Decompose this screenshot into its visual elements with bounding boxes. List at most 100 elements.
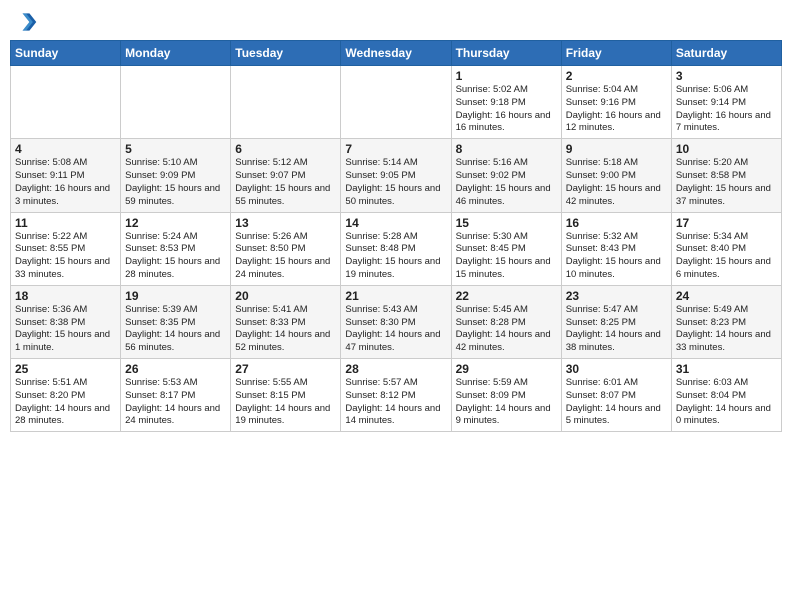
day-info: Sunrise: 5:28 AM Sunset: 8:48 PM Dayligh… bbox=[345, 231, 446, 282]
day-info: Sunrise: 5:20 AM Sunset: 8:58 PM Dayligh… bbox=[676, 157, 777, 208]
calendar-cell: 24Sunrise: 5:49 AM Sunset: 8:23 PM Dayli… bbox=[671, 285, 781, 358]
calendar-header-row: SundayMondayTuesdayWednesdayThursdayFrid… bbox=[11, 41, 782, 66]
calendar-cell: 3Sunrise: 5:06 AM Sunset: 9:14 PM Daylig… bbox=[671, 66, 781, 139]
day-info: Sunrise: 5:47 AM Sunset: 8:25 PM Dayligh… bbox=[566, 304, 667, 355]
day-number: 10 bbox=[676, 142, 777, 156]
day-header-saturday: Saturday bbox=[671, 41, 781, 66]
day-info: Sunrise: 5:22 AM Sunset: 8:55 PM Dayligh… bbox=[15, 231, 116, 282]
day-number: 4 bbox=[15, 142, 116, 156]
day-header-sunday: Sunday bbox=[11, 41, 121, 66]
day-number: 6 bbox=[235, 142, 336, 156]
day-info: Sunrise: 5:59 AM Sunset: 8:09 PM Dayligh… bbox=[456, 377, 557, 428]
calendar-cell: 10Sunrise: 5:20 AM Sunset: 8:58 PM Dayli… bbox=[671, 139, 781, 212]
calendar-cell: 8Sunrise: 5:16 AM Sunset: 9:02 PM Daylig… bbox=[451, 139, 561, 212]
day-number: 24 bbox=[676, 289, 777, 303]
day-info: Sunrise: 5:10 AM Sunset: 9:09 PM Dayligh… bbox=[125, 157, 226, 208]
day-number: 11 bbox=[15, 216, 116, 230]
calendar-week-row: 11Sunrise: 5:22 AM Sunset: 8:55 PM Dayli… bbox=[11, 212, 782, 285]
calendar-cell bbox=[231, 66, 341, 139]
day-number: 8 bbox=[456, 142, 557, 156]
day-info: Sunrise: 5:24 AM Sunset: 8:53 PM Dayligh… bbox=[125, 231, 226, 282]
calendar-cell: 28Sunrise: 5:57 AM Sunset: 8:12 PM Dayli… bbox=[341, 359, 451, 432]
day-info: Sunrise: 5:32 AM Sunset: 8:43 PM Dayligh… bbox=[566, 231, 667, 282]
calendar-week-row: 18Sunrise: 5:36 AM Sunset: 8:38 PM Dayli… bbox=[11, 285, 782, 358]
calendar-cell: 7Sunrise: 5:14 AM Sunset: 9:05 PM Daylig… bbox=[341, 139, 451, 212]
calendar-cell: 13Sunrise: 5:26 AM Sunset: 8:50 PM Dayli… bbox=[231, 212, 341, 285]
day-info: Sunrise: 5:39 AM Sunset: 8:35 PM Dayligh… bbox=[125, 304, 226, 355]
logo bbox=[14, 10, 40, 34]
day-number: 20 bbox=[235, 289, 336, 303]
day-info: Sunrise: 5:49 AM Sunset: 8:23 PM Dayligh… bbox=[676, 304, 777, 355]
day-info: Sunrise: 5:55 AM Sunset: 8:15 PM Dayligh… bbox=[235, 377, 336, 428]
calendar-cell: 23Sunrise: 5:47 AM Sunset: 8:25 PM Dayli… bbox=[561, 285, 671, 358]
calendar-cell: 22Sunrise: 5:45 AM Sunset: 8:28 PM Dayli… bbox=[451, 285, 561, 358]
day-info: Sunrise: 5:43 AM Sunset: 8:30 PM Dayligh… bbox=[345, 304, 446, 355]
day-number: 18 bbox=[15, 289, 116, 303]
day-info: Sunrise: 5:45 AM Sunset: 8:28 PM Dayligh… bbox=[456, 304, 557, 355]
day-info: Sunrise: 5:36 AM Sunset: 8:38 PM Dayligh… bbox=[15, 304, 116, 355]
day-number: 31 bbox=[676, 362, 777, 376]
calendar-cell: 6Sunrise: 5:12 AM Sunset: 9:07 PM Daylig… bbox=[231, 139, 341, 212]
calendar-cell: 18Sunrise: 5:36 AM Sunset: 8:38 PM Dayli… bbox=[11, 285, 121, 358]
calendar-table: SundayMondayTuesdayWednesdayThursdayFrid… bbox=[10, 40, 782, 432]
day-number: 2 bbox=[566, 69, 667, 83]
day-number: 5 bbox=[125, 142, 226, 156]
day-number: 29 bbox=[456, 362, 557, 376]
day-number: 25 bbox=[15, 362, 116, 376]
calendar-cell: 12Sunrise: 5:24 AM Sunset: 8:53 PM Dayli… bbox=[121, 212, 231, 285]
logo-icon bbox=[14, 10, 38, 34]
day-number: 15 bbox=[456, 216, 557, 230]
calendar-cell: 15Sunrise: 5:30 AM Sunset: 8:45 PM Dayli… bbox=[451, 212, 561, 285]
calendar-cell: 4Sunrise: 5:08 AM Sunset: 9:11 PM Daylig… bbox=[11, 139, 121, 212]
calendar-cell: 14Sunrise: 5:28 AM Sunset: 8:48 PM Dayli… bbox=[341, 212, 451, 285]
page-header bbox=[10, 10, 782, 34]
calendar-cell: 21Sunrise: 5:43 AM Sunset: 8:30 PM Dayli… bbox=[341, 285, 451, 358]
day-number: 3 bbox=[676, 69, 777, 83]
calendar-cell: 19Sunrise: 5:39 AM Sunset: 8:35 PM Dayli… bbox=[121, 285, 231, 358]
calendar-cell: 31Sunrise: 6:03 AM Sunset: 8:04 PM Dayli… bbox=[671, 359, 781, 432]
day-info: Sunrise: 5:14 AM Sunset: 9:05 PM Dayligh… bbox=[345, 157, 446, 208]
day-number: 17 bbox=[676, 216, 777, 230]
day-number: 30 bbox=[566, 362, 667, 376]
calendar-cell: 20Sunrise: 5:41 AM Sunset: 8:33 PM Dayli… bbox=[231, 285, 341, 358]
day-info: Sunrise: 5:53 AM Sunset: 8:17 PM Dayligh… bbox=[125, 377, 226, 428]
calendar-cell: 1Sunrise: 5:02 AM Sunset: 9:18 PM Daylig… bbox=[451, 66, 561, 139]
calendar-cell bbox=[121, 66, 231, 139]
day-header-tuesday: Tuesday bbox=[231, 41, 341, 66]
day-number: 28 bbox=[345, 362, 446, 376]
day-number: 23 bbox=[566, 289, 667, 303]
calendar-cell: 16Sunrise: 5:32 AM Sunset: 8:43 PM Dayli… bbox=[561, 212, 671, 285]
calendar-cell: 29Sunrise: 5:59 AM Sunset: 8:09 PM Dayli… bbox=[451, 359, 561, 432]
day-number: 22 bbox=[456, 289, 557, 303]
calendar-cell: 2Sunrise: 5:04 AM Sunset: 9:16 PM Daylig… bbox=[561, 66, 671, 139]
day-number: 1 bbox=[456, 69, 557, 83]
day-number: 19 bbox=[125, 289, 226, 303]
day-info: Sunrise: 5:16 AM Sunset: 9:02 PM Dayligh… bbox=[456, 157, 557, 208]
day-info: Sunrise: 5:12 AM Sunset: 9:07 PM Dayligh… bbox=[235, 157, 336, 208]
day-info: Sunrise: 5:04 AM Sunset: 9:16 PM Dayligh… bbox=[566, 84, 667, 135]
day-number: 13 bbox=[235, 216, 336, 230]
calendar-cell: 11Sunrise: 5:22 AM Sunset: 8:55 PM Dayli… bbox=[11, 212, 121, 285]
day-info: Sunrise: 6:01 AM Sunset: 8:07 PM Dayligh… bbox=[566, 377, 667, 428]
day-info: Sunrise: 5:34 AM Sunset: 8:40 PM Dayligh… bbox=[676, 231, 777, 282]
day-number: 12 bbox=[125, 216, 226, 230]
day-info: Sunrise: 5:30 AM Sunset: 8:45 PM Dayligh… bbox=[456, 231, 557, 282]
day-header-monday: Monday bbox=[121, 41, 231, 66]
day-header-wednesday: Wednesday bbox=[341, 41, 451, 66]
day-number: 7 bbox=[345, 142, 446, 156]
calendar-cell: 26Sunrise: 5:53 AM Sunset: 8:17 PM Dayli… bbox=[121, 359, 231, 432]
day-info: Sunrise: 5:02 AM Sunset: 9:18 PM Dayligh… bbox=[456, 84, 557, 135]
calendar-cell: 27Sunrise: 5:55 AM Sunset: 8:15 PM Dayli… bbox=[231, 359, 341, 432]
calendar-week-row: 4Sunrise: 5:08 AM Sunset: 9:11 PM Daylig… bbox=[11, 139, 782, 212]
day-info: Sunrise: 5:18 AM Sunset: 9:00 PM Dayligh… bbox=[566, 157, 667, 208]
day-number: 27 bbox=[235, 362, 336, 376]
calendar-cell: 5Sunrise: 5:10 AM Sunset: 9:09 PM Daylig… bbox=[121, 139, 231, 212]
calendar-cell: 30Sunrise: 6:01 AM Sunset: 8:07 PM Dayli… bbox=[561, 359, 671, 432]
calendar-cell bbox=[11, 66, 121, 139]
calendar-week-row: 25Sunrise: 5:51 AM Sunset: 8:20 PM Dayli… bbox=[11, 359, 782, 432]
day-info: Sunrise: 6:03 AM Sunset: 8:04 PM Dayligh… bbox=[676, 377, 777, 428]
day-number: 16 bbox=[566, 216, 667, 230]
day-info: Sunrise: 5:26 AM Sunset: 8:50 PM Dayligh… bbox=[235, 231, 336, 282]
day-header-friday: Friday bbox=[561, 41, 671, 66]
calendar-cell: 25Sunrise: 5:51 AM Sunset: 8:20 PM Dayli… bbox=[11, 359, 121, 432]
